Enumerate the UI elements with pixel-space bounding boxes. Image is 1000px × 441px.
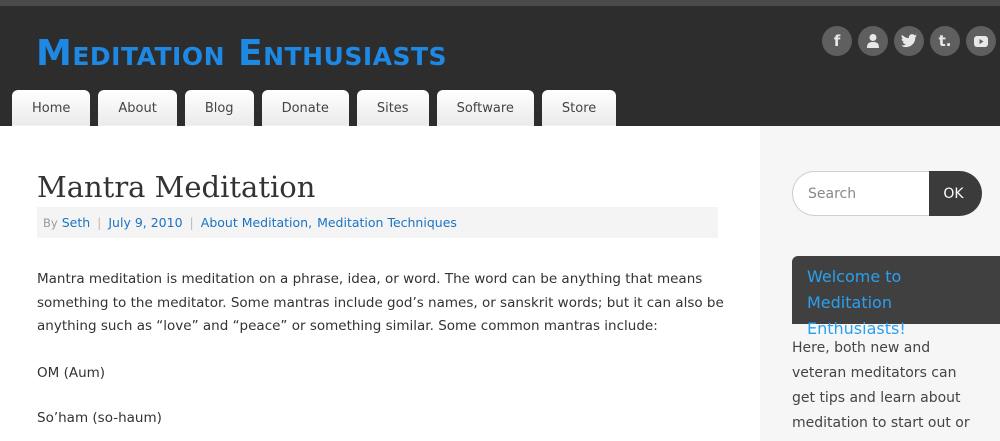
facebook-glyph: f [833,32,841,50]
twitter-icon[interactable] [894,26,924,56]
nav-blog[interactable]: Blog [184,90,254,126]
post-body: Mantra meditation is meditation on a phr… [37,268,727,431]
date-link[interactable]: July 9, 2010 [108,215,182,230]
body-paragraph: Mantra meditation is meditation on a phr… [37,271,724,334]
widget-text: Here, both new and veteran meditators ca… [792,340,970,441]
meta-separator: | [189,215,194,230]
widget-title: Welcome to Meditation Enthusiasts! [792,256,1000,338]
nav-donate[interactable]: Donate [261,90,349,126]
nav-about[interactable]: About [98,90,177,126]
post-meta: By Seth | July 9, 2010 | About Meditatio… [37,207,718,238]
post-content: Mantra Meditation By Seth | July 9, 2010… [0,126,760,441]
main-nav: Home About Blog Donate Sites Software St… [12,90,617,126]
youtube-icon[interactable] [966,26,996,56]
social-links: f t. [822,26,996,56]
nav-store[interactable]: Store [541,90,617,126]
twitter-glyph [901,34,917,48]
search-form: OK [792,171,982,216]
meta-comma: , [308,215,313,230]
site-header: Meditation Enthusiasts f t. Home About B… [0,6,1000,126]
facebook-icon[interactable]: f [822,26,852,56]
author-link[interactable]: Seth [62,215,90,230]
site-title[interactable]: Meditation Enthusiasts [36,34,447,74]
nav-sites[interactable]: Sites [356,90,429,126]
category-link-about-meditation[interactable]: About Meditation [201,215,308,230]
nav-software[interactable]: Software [436,90,534,126]
nav-home[interactable]: Home [12,90,91,126]
body-paragraph: OM (Aum) [37,364,106,381]
search-input[interactable] [792,171,929,216]
tumblr-icon[interactable]: t. [930,26,960,56]
body-paragraph: So’ham (so-haum) [37,410,162,426]
user-icon[interactable] [858,26,888,56]
category-link-meditation-techniques[interactable]: Meditation Techniques [317,215,457,230]
by-label: By [43,215,58,230]
youtube-glyph [974,35,988,47]
tumblr-glyph: t. [938,32,952,50]
user-glyph [867,34,879,48]
meta-separator: | [97,215,102,230]
post-title[interactable]: Mantra Meditation [37,170,315,204]
search-button[interactable]: OK [929,171,982,216]
